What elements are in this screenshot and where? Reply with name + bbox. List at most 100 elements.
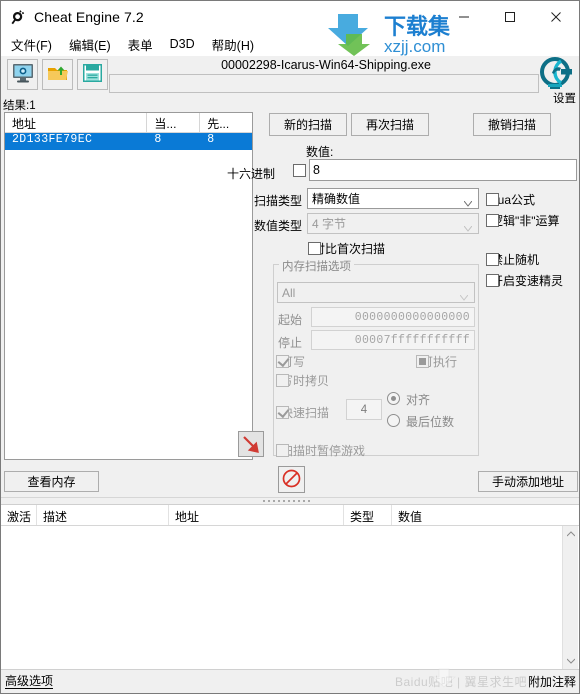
pause-while-scanning-checkbox[interactable] — [276, 444, 289, 457]
open-folder-icon — [47, 64, 69, 86]
save-floppy-icon — [82, 63, 103, 86]
column-header-active[interactable]: 激活 — [1, 505, 37, 525]
attach-comment-label[interactable]: 附加注释 — [528, 673, 576, 690]
splitter-grip-icon — [263, 499, 317, 503]
speedhack-checkbox[interactable] — [486, 274, 499, 287]
scan-results-header: 地址 当... 先... — [5, 113, 252, 133]
value-type-select[interactable]: 4 字节 — [307, 213, 479, 234]
undo-scan-button[interactable]: 撤销扫描 — [473, 113, 551, 136]
cheat-table-scrollbar[interactable] — [562, 526, 578, 669]
view-memory-button[interactable]: 查看内存 — [4, 471, 99, 492]
toolbar: 00002298-Icarus-Win64-Shipping.exe 设置 — [1, 56, 579, 105]
lua-formula-row[interactable]: Lua公式 — [486, 191, 535, 208]
value-type-value: 4 字节 — [312, 217, 347, 231]
speedhack-row[interactable]: 开启变速精灵 — [486, 272, 563, 289]
writable-row[interactable]: 可写 — [276, 353, 305, 370]
window-controls — [441, 1, 579, 32]
no-random-row[interactable]: 禁止随机 — [486, 251, 539, 268]
start-address-label: 起始 — [278, 313, 303, 327]
menu-item-file[interactable]: 文件(F) — [11, 35, 52, 54]
menu-item-edit[interactable]: 编辑(E) — [69, 35, 111, 54]
chevron-down-icon — [463, 221, 473, 232]
executable-row[interactable]: 可执行 — [416, 353, 457, 370]
chevron-down-icon — [463, 196, 473, 207]
hex-label: 十六进制 — [227, 167, 276, 181]
scan-type-label: 扫描类型 — [254, 194, 303, 208]
new-scan-button[interactable]: 新的扫描 — [269, 113, 347, 136]
close-button[interactable] — [533, 1, 579, 32]
menu-item-table[interactable]: 表单 — [128, 35, 153, 54]
executable-checkbox[interactable] — [416, 355, 429, 368]
no-random-checkbox[interactable] — [486, 253, 499, 266]
fast-scan-row[interactable]: 快速扫描 — [276, 404, 329, 421]
stop-address-label: 停止 — [278, 336, 303, 350]
settings-label[interactable]: 设置 — [553, 90, 576, 106]
scroll-down-icon[interactable] — [563, 653, 579, 669]
lua-formula-checkbox[interactable] — [486, 193, 499, 206]
column-header-current-value[interactable]: 当... — [147, 113, 201, 133]
open-file-button[interactable] — [42, 59, 73, 90]
cheat-engine-logo-icon[interactable] — [535, 57, 575, 91]
minimize-button[interactable] — [441, 1, 487, 32]
advanced-options-link[interactable]: 高级选项 — [5, 674, 54, 689]
speedhack-label: 开启变速精灵 — [491, 274, 564, 288]
cheat-table-header: 激活 描述 地址 类型 数值 — [1, 505, 579, 526]
memory-region-value: All — [282, 285, 296, 300]
copy-on-write-row[interactable]: 写时拷贝 — [276, 372, 329, 389]
stop-scan-button[interactable] — [278, 466, 305, 493]
column-header-type[interactable]: 类型 — [344, 505, 392, 525]
save-file-button[interactable] — [77, 59, 108, 90]
memory-region-select[interactable]: All — [277, 282, 475, 303]
fast-scan-checkbox[interactable] — [276, 406, 289, 419]
fast-scan-alignment-input[interactable]: 4 — [346, 399, 382, 420]
column-header-previous-value[interactable]: 先... — [200, 113, 252, 133]
next-scan-button[interactable]: 再次扫描 — [351, 113, 429, 136]
column-header-description[interactable]: 描述 — [37, 505, 169, 525]
compare-first-scan-row[interactable]: 对比首次扫描 — [308, 240, 385, 257]
attached-process-title: 00002298-Icarus-Win64-Shipping.exe — [221, 58, 431, 72]
drag-crosshair-button[interactable] — [238, 431, 264, 457]
manual-add-address-button[interactable]: 手动添加地址 — [478, 471, 578, 492]
cheat-table[interactable]: 激活 描述 地址 类型 数值 — [1, 504, 579, 669]
scan-type-value: 精确数值 — [312, 192, 361, 206]
process-name-field[interactable] — [109, 74, 539, 93]
stop-address-input[interactable]: 00007fffffffffff — [311, 330, 475, 350]
column-header-address[interactable]: 地址 — [169, 505, 344, 525]
last-digits-radio[interactable] — [387, 414, 400, 427]
chevron-down-icon — [459, 290, 469, 301]
pause-while-scanning-row[interactable]: 扫描时暂停游戏 — [276, 442, 365, 459]
copy-on-write-checkbox[interactable] — [276, 374, 289, 387]
scan-results-list[interactable]: 地址 当... 先... 2D133FE79EC 8 8 — [4, 112, 253, 460]
alignment-label: 对齐 — [406, 393, 431, 407]
start-address-input[interactable]: 0000000000000000 — [311, 307, 475, 327]
red-diagonal-arrow-icon — [239, 436, 263, 459]
menu-bar: 文件(F) 编辑(E) 表单 D3D 帮助(H) — [1, 32, 579, 56]
last-digits-label: 最后位数 — [406, 415, 455, 429]
cheat-engine-icon — [10, 9, 26, 25]
cheat-engine-window: Cheat Engine 7.2 文件(F) 编辑(E) 表单 D3D 帮助(H… — [0, 0, 580, 694]
column-header-address[interactable]: 地址 — [5, 113, 148, 133]
compare-first-scan-checkbox[interactable] — [308, 242, 321, 255]
not-logic-row[interactable]: 逻辑"非"运算 — [486, 212, 560, 229]
scroll-up-icon[interactable] — [563, 526, 579, 542]
hex-checkbox[interactable] — [293, 164, 306, 177]
panel-splitter[interactable] — [1, 497, 579, 504]
cell-current-value: 8 — [154, 133, 162, 146]
alignment-radio[interactable] — [387, 392, 400, 405]
process-monitor-icon — [12, 63, 34, 86]
not-logic-checkbox[interactable] — [486, 214, 499, 227]
menu-item-d3d[interactable]: D3D — [170, 37, 195, 51]
scan-value-input[interactable]: 8 — [309, 159, 577, 181]
table-row[interactable]: 2D133FE79EC 8 8 — [5, 133, 252, 150]
writable-checkbox[interactable] — [276, 355, 289, 368]
menu-item-help[interactable]: 帮助(H) — [212, 35, 254, 54]
pause-while-scanning-label: 扫描时暂停游戏 — [281, 444, 366, 458]
select-process-button[interactable] — [7, 59, 38, 90]
window-title: Cheat Engine 7.2 — [34, 8, 144, 25]
results-count-label: 结果:1 — [3, 100, 36, 112]
scan-type-select[interactable]: 精确数值 — [307, 188, 479, 209]
maximize-button[interactable] — [487, 1, 533, 32]
column-header-value[interactable]: 数值 — [392, 505, 517, 525]
compare-first-scan-label: 对比首次扫描 — [313, 242, 386, 256]
memory-scan-options-title: 内存扫描选项 — [279, 258, 354, 274]
